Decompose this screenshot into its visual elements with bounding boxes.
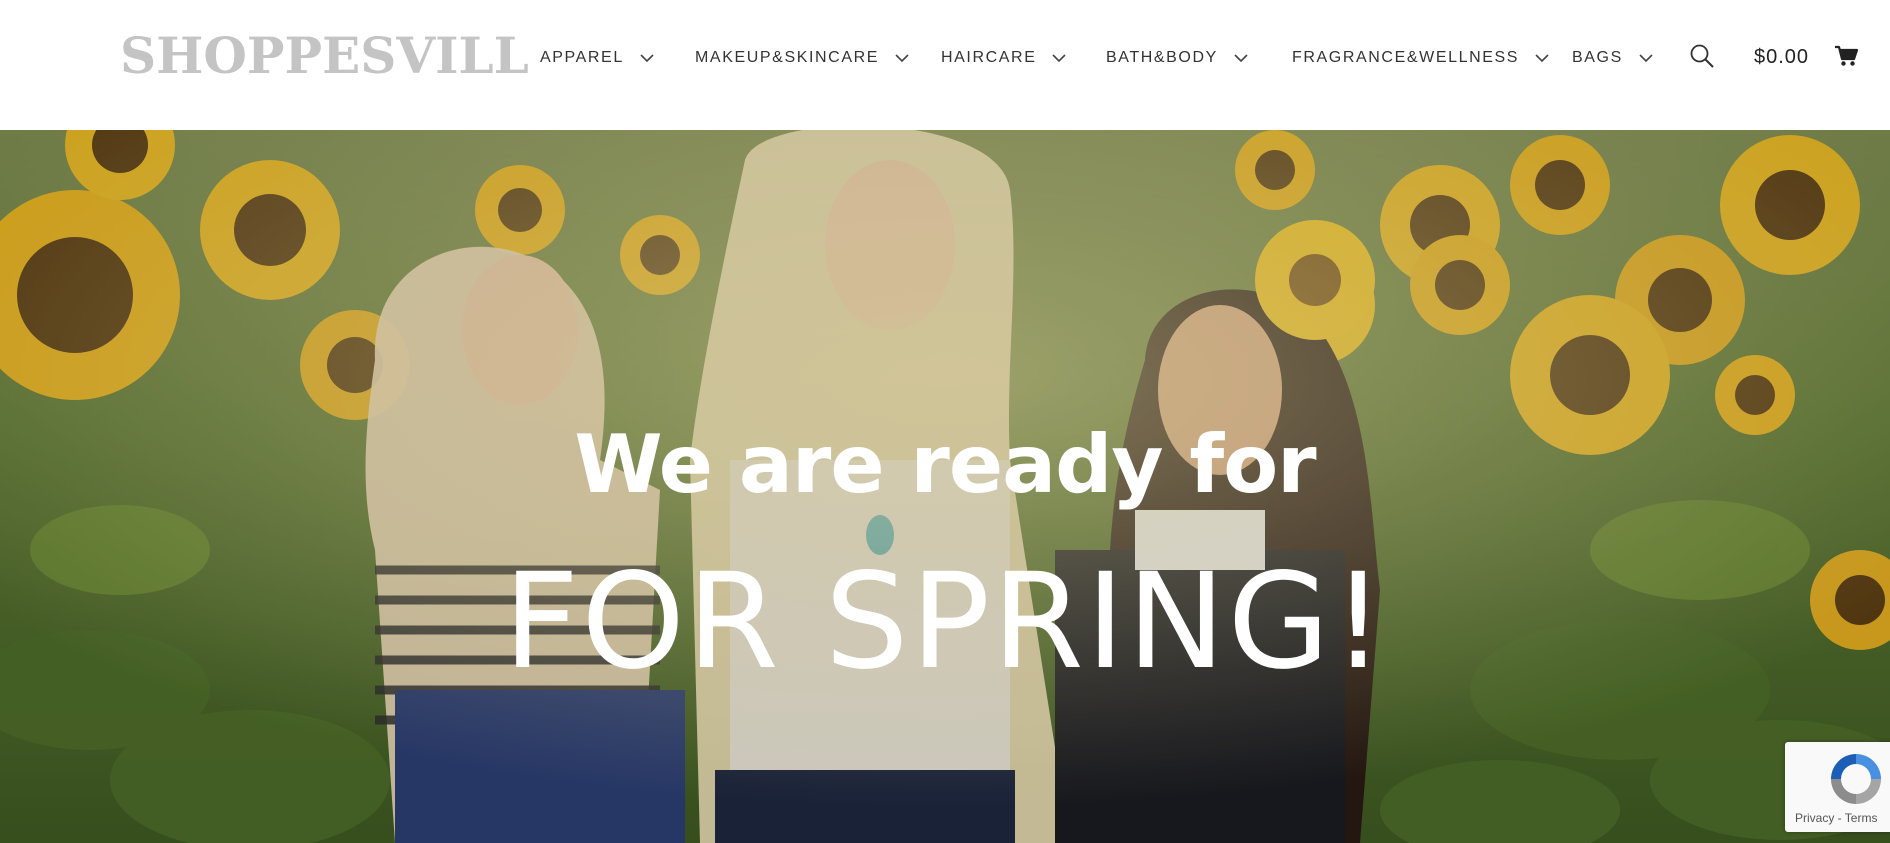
- nav-item-bath-body[interactable]: BATH&BODY: [1106, 48, 1248, 68]
- nav-item-label: APPAREL: [540, 49, 624, 66]
- privacy-link[interactable]: Privacy: [1795, 811, 1834, 825]
- chevron-down-icon: [895, 53, 909, 62]
- chevron-down-icon: [1639, 53, 1653, 62]
- recaptcha-badge[interactable]: Privacy - Terms: [1785, 742, 1890, 832]
- nav-item-label: BATH&BODY: [1106, 49, 1218, 66]
- search-icon[interactable]: [1689, 43, 1715, 69]
- nav-item-label: HAIRCARE: [941, 49, 1037, 66]
- nav-item-fragrance-wellness[interactable]: FRAGRANCE&WELLNESS: [1292, 48, 1549, 68]
- nav-item-label: FRAGRANCE&WELLNESS: [1292, 49, 1520, 66]
- chevron-down-icon: [640, 53, 654, 62]
- chevron-down-icon: [1052, 53, 1067, 62]
- nav-item-makeup-skincare[interactable]: MAKEUP&SKINCARE: [695, 48, 909, 68]
- site-header: SHOPPESVILL APPAREL MAKEUP&SKINCARE HAIR…: [0, 0, 1890, 130]
- cart-total[interactable]: $0.00: [1754, 46, 1809, 69]
- hero-heading: We are ready for: [574, 418, 1316, 511]
- nav-item-bags[interactable]: BAGS: [1572, 48, 1653, 68]
- chevron-down-icon: [1535, 53, 1549, 62]
- shopping-cart-icon[interactable]: [1834, 45, 1858, 67]
- nav-item-apparel[interactable]: APPAREL: [540, 48, 654, 68]
- nav-item-label: MAKEUP&SKINCARE: [695, 49, 880, 66]
- hero-banner: We are ready for FOR SPRING!: [0, 130, 1890, 843]
- links-separator: -: [1834, 811, 1845, 825]
- terms-link[interactable]: Terms: [1845, 811, 1878, 825]
- chevron-down-icon: [1234, 53, 1248, 62]
- nav-item-label: BAGS: [1572, 49, 1623, 66]
- site-logo[interactable]: SHOPPESVILL: [120, 28, 529, 83]
- nav-item-haircare[interactable]: HAIRCARE: [941, 48, 1067, 68]
- hero-subheading: FOR SPRING!: [503, 545, 1387, 699]
- recaptcha-icon: [1831, 754, 1881, 804]
